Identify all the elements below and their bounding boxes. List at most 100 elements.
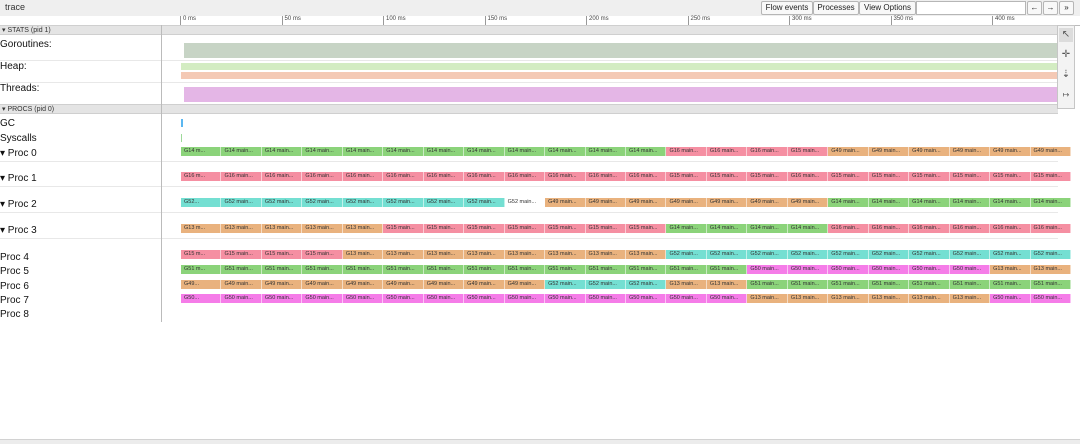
goroutine-slice[interactable]: G52 main... (666, 250, 707, 259)
goroutine-slice[interactable]: G14 main... (221, 147, 262, 156)
goroutine-slice[interactable]: G15 main... (909, 172, 950, 181)
goroutine-slice[interactable]: G49 main... (261, 280, 303, 289)
goroutine-slice[interactable]: G15 main... (747, 172, 788, 181)
goroutine-slice[interactable]: G49 main... (626, 198, 667, 207)
goroutine-slice[interactable]: G13 main... (302, 224, 343, 233)
goroutine-slice[interactable]: G52 main... (342, 198, 384, 207)
goroutine-slice[interactable]: G14 main... (949, 198, 991, 207)
goroutine-slice[interactable]: G52... (181, 198, 222, 207)
goroutine-slice[interactable]: G50 main... (423, 294, 465, 303)
goroutine-slice[interactable]: G16 main... (545, 172, 586, 181)
goroutine-slice[interactable]: G16 main... (828, 224, 869, 233)
goroutine-slice[interactable]: G50 main... (626, 294, 667, 303)
goroutine-slice[interactable]: G51 main... (909, 280, 950, 289)
goroutine-slice[interactable]: G15 main... (990, 172, 1031, 181)
goroutine-slice[interactable]: G14 main... (787, 224, 829, 233)
goroutine-slice[interactable]: G16 main... (706, 147, 748, 156)
goroutine-slice[interactable]: G50 main... (302, 294, 343, 303)
syscall-event[interactable] (181, 134, 182, 142)
goroutine-slice[interactable]: G50 main... (221, 294, 262, 303)
goroutine-slice[interactable]: G13 main... (828, 294, 869, 303)
goroutine-slice[interactable]: G14 main... (868, 198, 910, 207)
goroutine-slice[interactable]: G14 main... (383, 147, 424, 156)
goroutine-slice[interactable]: G51 main... (990, 280, 1031, 289)
goroutine-slice[interactable]: G14 main... (504, 147, 546, 156)
goroutine-slice[interactable]: G16 main... (949, 224, 991, 233)
goroutine-slice[interactable]: G14 main... (261, 147, 303, 156)
counter-track[interactable] (184, 43, 1071, 58)
goroutine-slice[interactable]: G51 main... (221, 265, 262, 274)
goroutine-slice[interactable]: G50 main... (787, 265, 829, 274)
goroutine-slice[interactable]: G14 main... (909, 198, 950, 207)
goroutine-slice[interactable]: G16 main... (342, 172, 384, 181)
goroutine-slice[interactable]: G13 main... (261, 224, 303, 233)
nav-forward-button[interactable]: → (1043, 1, 1058, 15)
goroutine-slice[interactable]: G50 main... (909, 265, 950, 274)
goroutine-slice[interactable]: G14 main... (545, 147, 586, 156)
goroutine-slice[interactable]: G16 main... (747, 147, 788, 156)
goroutine-slice[interactable]: G16 main... (909, 224, 950, 233)
goroutine-slice[interactable]: G15 main... (787, 147, 829, 156)
goroutine-slice[interactable]: G16 main... (383, 172, 424, 181)
stats-section-header[interactable]: ▾ STATS (pid 1) (0, 25, 1058, 35)
goroutine-slice[interactable]: G13 main... (342, 224, 384, 233)
goroutine-slice[interactable]: G49... (181, 280, 222, 289)
goroutine-slice[interactable]: G16 main... (504, 172, 546, 181)
goroutine-slice[interactable]: G51 main... (464, 265, 505, 274)
goroutine-slice[interactable]: G13 main... (221, 224, 262, 233)
goroutine-slice[interactable]: G50 main... (1030, 294, 1071, 303)
goroutine-slice[interactable]: G15 main... (828, 172, 869, 181)
nav-more-button[interactable]: » (1059, 1, 1074, 15)
goroutine-slice[interactable]: G51 main... (545, 265, 586, 274)
flow-events-button[interactable]: Flow events (761, 1, 813, 15)
goroutine-slice[interactable]: G50 main... (261, 294, 303, 303)
goroutine-slice[interactable]: G50 main... (504, 294, 546, 303)
counter-track[interactable] (184, 87, 1071, 102)
counter-track[interactable] (181, 72, 1071, 79)
goroutine-slice[interactable]: G15 m... (181, 250, 222, 259)
goroutine-slice[interactable]: G52 main... (626, 280, 667, 289)
goroutine-slice[interactable]: G50 main... (342, 294, 384, 303)
goroutine-slice[interactable]: G14 main... (828, 198, 869, 207)
goroutine-slice[interactable]: G49 main... (666, 198, 707, 207)
goroutine-slice[interactable]: G14 main... (747, 224, 788, 233)
goroutine-slice[interactable]: G13 main... (464, 250, 505, 259)
goroutine-slice[interactable]: G15 main... (504, 224, 546, 233)
goroutine-slice[interactable]: G50 main... (706, 294, 748, 303)
goroutine-slice[interactable]: G49 main... (990, 147, 1031, 156)
pan-cross-icon[interactable]: ✛ (1059, 48, 1073, 62)
goroutine-slice[interactable]: G52 main... (706, 250, 748, 259)
goroutine-slice[interactable]: G49 main... (949, 147, 991, 156)
goroutine-slice[interactable]: G13 main... (585, 250, 626, 259)
goroutine-slice[interactable]: G51 main... (747, 280, 788, 289)
goroutine-slice[interactable]: G16 main... (302, 172, 343, 181)
goroutine-slice[interactable]: G52 main... (1030, 250, 1071, 259)
goroutine-slice[interactable]: G50 main... (828, 265, 869, 274)
goroutine-slice[interactable]: G50 main... (464, 294, 505, 303)
goroutine-slice[interactable]: G13 main... (666, 280, 707, 289)
goroutine-slice[interactable]: G13 main... (909, 294, 950, 303)
goroutine-slice[interactable]: G49 main... (464, 280, 505, 289)
goroutine-slice[interactable]: G14 main... (990, 198, 1031, 207)
goroutine-slice[interactable]: G13 main... (423, 250, 465, 259)
goroutine-slice[interactable]: G16 main... (666, 147, 707, 156)
goroutine-slice[interactable]: G52 main... (909, 250, 950, 259)
goroutine-slice[interactable]: G15 main... (464, 224, 505, 233)
goroutine-slice[interactable]: G13 main... (868, 294, 910, 303)
goroutine-slice[interactable]: G49 main... (787, 198, 829, 207)
goroutine-slice[interactable]: G51 main... (828, 280, 869, 289)
goroutine-slice[interactable]: G14 main... (626, 147, 667, 156)
goroutine-slice[interactable]: G13 main... (949, 294, 991, 303)
goroutine-slice[interactable]: G14 main... (464, 147, 505, 156)
goroutine-slice[interactable]: G49 main... (909, 147, 950, 156)
timing-icon[interactable]: ↦ (1059, 88, 1073, 102)
goroutine-slice[interactable]: G15 main... (868, 172, 910, 181)
goroutine-slice[interactable]: G50 main... (868, 265, 910, 274)
goroutine-slice[interactable]: G14 main... (1030, 198, 1071, 207)
goroutine-slice[interactable]: G51 main... (423, 265, 465, 274)
goroutine-slice[interactable]: G14 main... (342, 147, 384, 156)
goroutine-slice[interactable]: G16 main... (626, 172, 667, 181)
goroutine-slice[interactable]: G13 main... (626, 250, 667, 259)
goroutine-slice[interactable]: G50 main... (585, 294, 626, 303)
goroutine-slice[interactable]: G50 main... (990, 294, 1031, 303)
